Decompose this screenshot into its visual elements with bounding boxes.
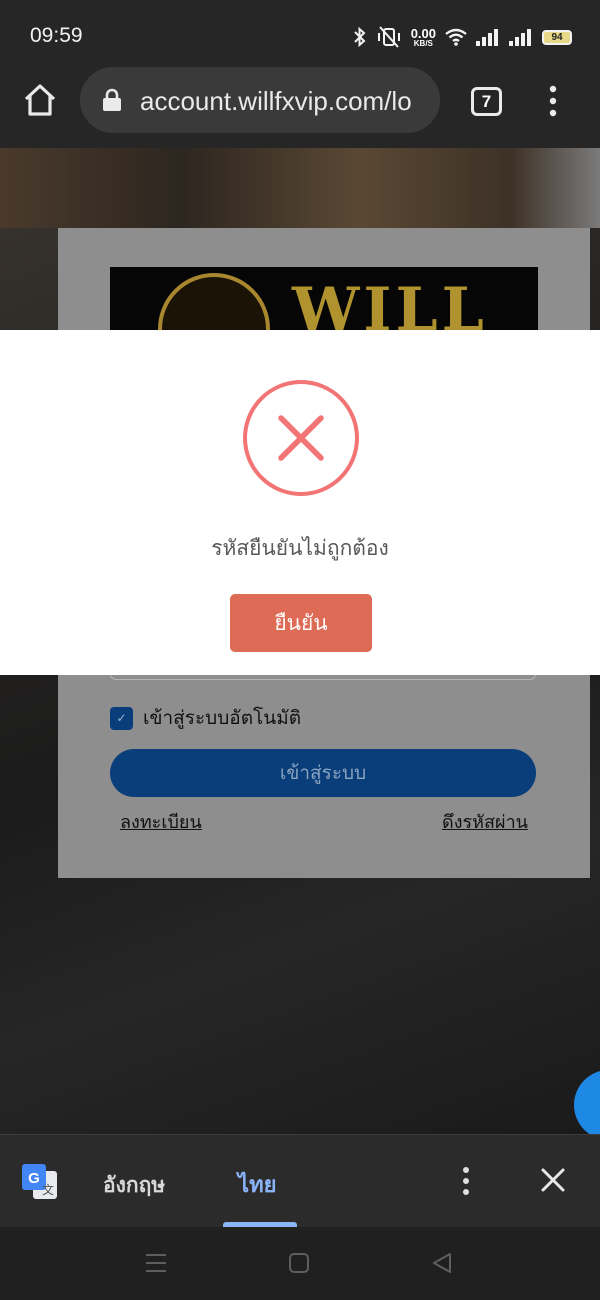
- back-icon[interactable]: [430, 1251, 454, 1275]
- nav-home-icon[interactable]: [288, 1252, 310, 1274]
- network-speed: 0.00 KB/S: [411, 27, 436, 48]
- network-speed-value: 0.00: [410, 25, 436, 41]
- signal-icon: [476, 29, 498, 46]
- tab-switcher-button[interactable]: 7: [471, 87, 502, 116]
- target-language-tab[interactable]: ไทย: [238, 1167, 276, 1202]
- error-dialog: รหัสยืนยันไม่ถูกต้อง ยืนยัน: [0, 330, 600, 675]
- status-bar: 09:59 0.00 KB/S 94: [0, 0, 600, 66]
- system-navigation-bar: [0, 1227, 600, 1300]
- auto-login-checkbox[interactable]: ✓: [110, 706, 133, 730]
- lock-icon: [103, 88, 121, 111]
- status-time: 09:59: [30, 24, 83, 47]
- wifi-icon: [445, 28, 467, 46]
- network-speed-unit: KB/S: [413, 38, 433, 48]
- error-x-icon: [243, 380, 359, 496]
- url-text: account.willfxvip.com/lo: [140, 86, 412, 116]
- google-translate-icon: G 文: [22, 1164, 57, 1199]
- error-message: รหัสยืนยันไม่ถูกต้อง: [211, 536, 389, 560]
- source-language-tab[interactable]: อังกฤษ: [103, 1169, 165, 1202]
- confirm-button[interactable]: ยืนยัน: [230, 594, 372, 652]
- close-icon[interactable]: [540, 1167, 566, 1193]
- background-image: [0, 148, 600, 228]
- battery-indicator: 94: [542, 29, 572, 45]
- vibrate-mute-icon: [377, 26, 400, 48]
- chat-button[interactable]: [574, 1070, 600, 1134]
- auto-login-row[interactable]: ✓ เข้าสู่ระบบอัตโนมัติ: [110, 703, 301, 733]
- more-menu-icon[interactable]: [546, 84, 560, 118]
- logo-seal-icon: [158, 273, 270, 337]
- status-icons: 0.00 KB/S 94: [353, 24, 572, 50]
- svg-text:G: G: [28, 1170, 40, 1187]
- home-icon[interactable]: [22, 82, 58, 118]
- translate-bar: G 文 อังกฤษ ไทย: [0, 1134, 600, 1228]
- logo-text: WILL: [292, 275, 488, 337]
- auto-login-label: เข้าสู่ระบบอัตโนมัติ: [143, 707, 302, 729]
- svg-text:文: 文: [42, 1182, 54, 1197]
- brand-logo: WILL: [110, 267, 538, 337]
- login-button[interactable]: เข้าสู่ระบบ: [110, 749, 536, 797]
- address-bar[interactable]: account.willfxvip.com/lo: [80, 67, 440, 133]
- register-link[interactable]: ลงทะเบียน: [120, 807, 202, 836]
- bluetooth-icon: [353, 27, 366, 47]
- translate-more-icon[interactable]: [459, 1165, 473, 1197]
- browser-toolbar: account.willfxvip.com/lo 7: [0, 66, 600, 148]
- recover-password-link[interactable]: ดึงรหัสผ่าน: [442, 807, 528, 836]
- recents-menu-icon[interactable]: [145, 1253, 167, 1273]
- signal-icon-2: [509, 29, 531, 46]
